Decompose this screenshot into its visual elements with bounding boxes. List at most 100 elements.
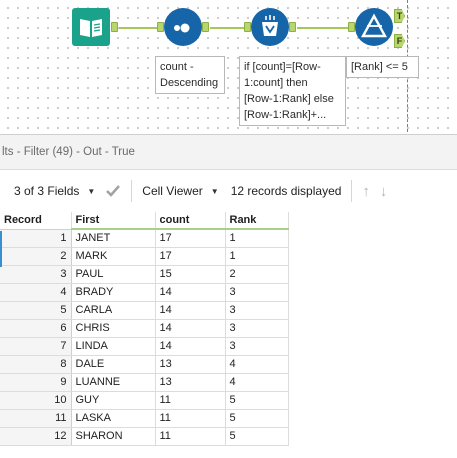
record-cell[interactable]: 9 <box>0 373 72 392</box>
sort-output-anchor[interactable] <box>202 22 209 32</box>
table-body: 1 JANET 17 1 2 MARK 17 1 3 PAUL 15 2 4 BRADY 14 3 5 CARLA… <box>0 229 289 446</box>
chevron-down-icon: ▼ <box>87 186 96 196</box>
row-selection-marker <box>0 231 2 267</box>
rank-cell[interactable]: 2 <box>225 265 289 284</box>
filter-icon <box>360 13 388 38</box>
arrow-down-icon[interactable]: ↓ <box>380 183 388 200</box>
column-header-count[interactable]: count <box>155 212 226 230</box>
record-cell[interactable]: 4 <box>0 283 72 302</box>
table-row[interactable]: 9 LUANNE 13 4 <box>0 373 289 392</box>
count-cell[interactable]: 11 <box>155 409 226 428</box>
record-cell[interactable]: 7 <box>0 337 72 356</box>
browse-tool[interactable] <box>72 8 110 46</box>
cell-viewer-label: Cell Viewer <box>142 184 203 198</box>
table-row[interactable]: 2 MARK 17 1 <box>0 247 289 266</box>
rank-cell[interactable]: 5 <box>225 427 289 446</box>
record-cell[interactable]: 11 <box>0 409 72 428</box>
records-count: 12 records displayed <box>230 184 342 198</box>
connector-3 <box>297 27 353 29</box>
results-table: Record First count Rank 1 JANET 17 1 2 MARK 17… <box>0 212 289 446</box>
filter-false-anchor[interactable]: F <box>394 34 405 48</box>
count-cell[interactable]: 14 <box>155 283 226 302</box>
fields-label: 3 of 3 Fields <box>14 184 80 198</box>
first-cell[interactable]: MARK <box>71 247 156 266</box>
first-cell[interactable]: PAUL <box>71 265 156 284</box>
table-row[interactable]: 4 BRADY 14 3 <box>0 283 289 302</box>
record-cell[interactable]: 10 <box>0 391 72 410</box>
count-cell[interactable]: 11 <box>155 427 226 446</box>
column-header-rank[interactable]: Rank <box>225 212 289 230</box>
first-cell[interactable]: LASKA <box>71 409 156 428</box>
workflow-canvas[interactable]: T F count - Descending if [count]=[Row- … <box>0 0 457 132</box>
table-row[interactable]: 5 CARLA 14 3 <box>0 301 289 320</box>
first-cell[interactable]: LUANNE <box>71 373 156 392</box>
table-row[interactable]: 6 CHRIS 14 3 <box>0 319 289 338</box>
rank-cell[interactable]: 4 <box>225 355 289 374</box>
first-cell[interactable]: SHARON <box>71 427 156 446</box>
fields-selector[interactable]: 3 of 3 Fields ▼ <box>14 184 95 198</box>
rank-cell[interactable]: 3 <box>225 337 289 356</box>
table-row[interactable]: 3 PAUL 15 2 <box>0 265 289 284</box>
book-icon <box>80 19 102 37</box>
check-icon[interactable] <box>105 183 121 199</box>
first-cell[interactable]: BRADY <box>71 283 156 302</box>
filter-true-anchor[interactable]: T <box>394 9 405 23</box>
record-cell[interactable]: 8 <box>0 355 72 374</box>
rank-cell[interactable]: 5 <box>225 391 289 410</box>
rank-cell[interactable]: 3 <box>225 319 289 338</box>
results-header-title: lts - Filter (49) - Out - True <box>2 146 135 158</box>
table-row[interactable]: 12 SHARON 11 5 <box>0 427 289 446</box>
rank-cell[interactable]: 1 <box>225 229 289 248</box>
chevron-down-icon: ▼ <box>210 186 219 196</box>
rank-cell[interactable]: 3 <box>225 283 289 302</box>
sort-icon <box>174 23 190 33</box>
table-row[interactable]: 11 LASKA 11 5 <box>0 409 289 428</box>
count-cell[interactable]: 14 <box>155 337 226 356</box>
toolbar-divider <box>131 180 133 202</box>
count-cell[interactable]: 17 <box>155 247 226 266</box>
table-row[interactable]: 1 JANET 17 1 <box>0 229 289 248</box>
first-cell[interactable]: DALE <box>71 355 156 374</box>
count-cell[interactable]: 17 <box>155 229 226 248</box>
column-header-record[interactable]: Record <box>0 212 72 230</box>
rank-cell[interactable]: 4 <box>225 373 289 392</box>
sort-input-anchor[interactable] <box>157 22 164 32</box>
first-cell[interactable]: CARLA <box>71 301 156 320</box>
table-row[interactable]: 10 GUY 11 5 <box>0 391 289 410</box>
cell-viewer-selector[interactable]: Cell Viewer ▼ <box>142 184 218 198</box>
first-cell[interactable]: GUY <box>71 391 156 410</box>
count-cell[interactable]: 15 <box>155 265 226 284</box>
record-cell[interactable]: 6 <box>0 319 72 338</box>
toolbar-divider <box>351 180 353 202</box>
count-cell[interactable]: 14 <box>155 301 226 320</box>
record-cell[interactable]: 2 <box>0 247 72 266</box>
first-cell[interactable]: JANET <box>71 229 156 248</box>
rank-cell[interactable]: 3 <box>225 301 289 320</box>
multirow-output-anchor[interactable] <box>289 22 296 32</box>
multirow-annotation: if [count]=[Row- 1:count] then [Row-1:Ra… <box>239 56 346 126</box>
count-cell[interactable]: 13 <box>155 373 226 392</box>
filter-tool[interactable] <box>355 8 393 46</box>
count-cell[interactable]: 13 <box>155 355 226 374</box>
sort-tool[interactable] <box>164 8 202 46</box>
rank-cell[interactable]: 5 <box>225 409 289 428</box>
rank-cell[interactable]: 1 <box>225 247 289 266</box>
record-cell[interactable]: 1 <box>0 229 72 248</box>
table-header-row: Record First count Rank <box>0 212 289 230</box>
multirow-input-anchor[interactable] <box>244 22 251 32</box>
filter-annotation: [Rank] <= 5 <box>346 56 419 78</box>
first-cell[interactable]: LINDA <box>71 337 156 356</box>
arrow-up-icon[interactable]: ↑ <box>362 183 370 200</box>
table-row[interactable]: 8 DALE 13 4 <box>0 355 289 374</box>
count-cell[interactable]: 14 <box>155 319 226 338</box>
column-header-first[interactable]: First <box>71 212 156 230</box>
browse-output-anchor[interactable] <box>111 22 118 32</box>
first-cell[interactable]: CHRIS <box>71 319 156 338</box>
record-cell[interactable]: 5 <box>0 301 72 320</box>
count-cell[interactable]: 11 <box>155 391 226 410</box>
record-cell[interactable]: 12 <box>0 427 72 446</box>
table-row[interactable]: 7 LINDA 14 3 <box>0 337 289 356</box>
record-cell[interactable]: 3 <box>0 265 72 284</box>
filter-input-anchor[interactable] <box>348 22 355 32</box>
multirow-formula-tool[interactable] <box>251 8 289 46</box>
